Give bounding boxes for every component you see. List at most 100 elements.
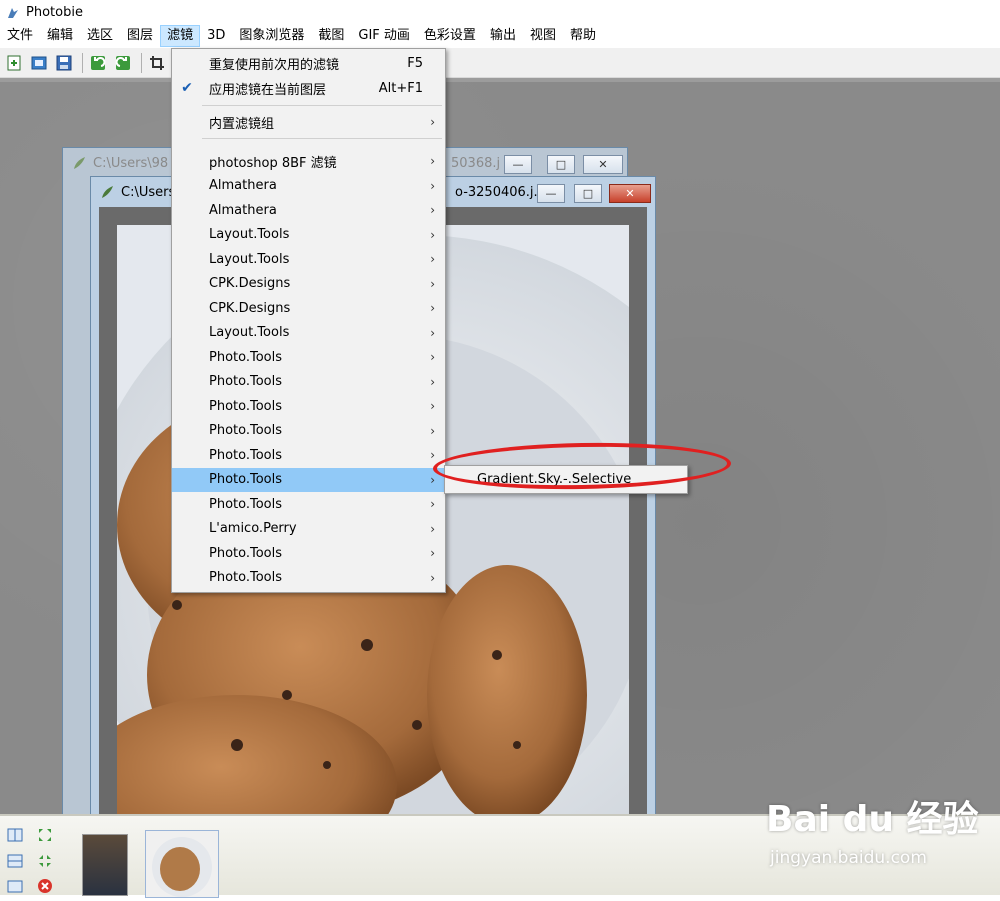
menu-7[interactable]: 截图 (311, 25, 351, 47)
menu-6[interactable]: 图象浏览器 (232, 25, 311, 47)
redo-icon[interactable] (112, 52, 134, 74)
menu-item-plugin-10[interactable]: Photo.Tools › (172, 394, 445, 418)
menu-item-label: Almathera (209, 202, 277, 218)
layout-icon[interactable] (7, 827, 23, 843)
menu-item-plugin-13[interactable]: Photo.Tools › (172, 467, 445, 492)
menu-item-label: Photo.Tools (209, 349, 283, 365)
menu-8[interactable]: GIF 动画 (351, 25, 417, 47)
title-bar: Photobie (0, 0, 1000, 25)
menu-3[interactable]: 图层 (120, 25, 160, 47)
toolbar-separator (141, 52, 142, 73)
menu-item-plugin-0[interactable]: photoshop 8BF 滤镜 › (172, 149, 445, 173)
menu-item-plugin-14[interactable]: Photo.Tools › (172, 492, 445, 516)
app-title: Photobie (26, 5, 83, 20)
maximize-button[interactable]: □ (574, 184, 602, 203)
menu-9[interactable]: 色彩设置 (417, 25, 483, 47)
menu-item-plugin-15[interactable]: L'amico.Perry › (172, 517, 445, 541)
close-button[interactable]: ✕ (583, 155, 623, 174)
submenu-arrow-icon: › (430, 448, 435, 462)
menu-item-label: Photo.Tools (209, 496, 283, 512)
submenu-arrow-icon: › (430, 546, 435, 560)
menu-item-top-1[interactable]: ✔ 应用滤镜在当前图层 Alt+F1 (172, 76, 445, 100)
split-icon[interactable] (7, 853, 23, 869)
menu-item-label: Photo.Tools (209, 423, 283, 438)
open-icon[interactable] (28, 52, 50, 74)
menu-item-plugin-17[interactable]: Photo.Tools › (172, 566, 445, 590)
app-icon (8, 7, 18, 18)
menu-bar: 文件 编辑 选区 图层 滤镜 3D 图象浏览器 截图 GIF 动画 色彩设置 输出 视图 帮助 (0, 25, 1000, 47)
undo-icon[interactable] (87, 52, 109, 74)
menu-item-label: CPK.Designs (209, 300, 291, 316)
menu-separator (202, 138, 442, 139)
menu-item-plugin-1[interactable]: Almathera › (172, 174, 445, 198)
submenu-arrow-icon: › (430, 570, 435, 585)
menu-item-top-0[interactable]: 重复使用前次用的滤镜 F5 (172, 51, 445, 75)
menu-0[interactable]: 文件 (0, 25, 40, 47)
menu-11[interactable]: 视图 (523, 25, 563, 47)
submenu-arrow-icon: › (430, 325, 435, 340)
thumbnail-people[interactable] (82, 834, 128, 896)
expand-icon[interactable] (37, 827, 53, 843)
menu-item-label: Photo.Tools (209, 472, 283, 487)
menu-item-label: Layout.Tools (209, 325, 290, 340)
save-icon[interactable] (53, 52, 75, 74)
menu-item-plugin-7[interactable]: Layout.Tools › (172, 321, 445, 345)
menu-item-plugin-16[interactable]: Photo.Tools › (172, 541, 445, 565)
menu-item-builtin-filters[interactable]: 内置滤镜组 › (172, 110, 445, 134)
toolbar-separator (82, 52, 83, 73)
crop-icon[interactable] (146, 52, 168, 74)
new-image-icon[interactable] (3, 52, 25, 74)
menu-item-label: Almathera (209, 178, 277, 193)
window-icon[interactable] (7, 878, 23, 894)
minimize-button[interactable]: — (537, 184, 565, 203)
menu-item-label: 应用滤镜在当前图层 (209, 82, 327, 98)
shrink-icon[interactable] (37, 853, 53, 869)
menu-2[interactable]: 选区 (80, 25, 120, 47)
menu-separator (202, 105, 442, 106)
maximize-button[interactable]: □ (547, 155, 575, 174)
thumbnail-cookies[interactable] (145, 830, 219, 898)
close-button[interactable]: ✕ (609, 184, 651, 203)
filter-menu: 重复使用前次用的滤镜 F5 ✔ 应用滤镜在当前图层 Alt+F1 内置滤镜组 › photos… (171, 48, 446, 593)
menu-item-plugin-9[interactable]: Photo.Tools › (172, 370, 445, 394)
submenu-arrow-icon: › (430, 178, 435, 193)
menu-item-shortcut: F5 (407, 55, 423, 71)
menu-1[interactable]: 编辑 (40, 25, 80, 47)
submenu-arrow-icon: › (430, 154, 435, 168)
submenu-arrow-icon: › (430, 227, 435, 242)
menu-item-label: CPK.Designs (209, 276, 291, 291)
menu-10[interactable]: 输出 (483, 25, 523, 47)
submenu-arrow-icon: › (430, 276, 435, 291)
menu-item-label: 内置滤镜组 (209, 116, 275, 132)
menu-item-plugin-11[interactable]: Photo.Tools › (172, 419, 445, 443)
menu-item-plugin-4[interactable]: Layout.Tools › (172, 247, 445, 271)
minimize-button[interactable]: — (504, 155, 532, 174)
menu-item-plugin-8[interactable]: Photo.Tools › (172, 345, 445, 369)
document-icon (74, 157, 85, 169)
menu-item-label: Photo.Tools (209, 545, 283, 561)
menu-item-label: Layout.Tools (209, 227, 290, 242)
document-icon (102, 186, 113, 198)
menu-item-label: 重复使用前次用的滤镜 (209, 57, 340, 73)
submenu-arrow-icon: › (430, 497, 435, 511)
menu-item-shortcut: Alt+F1 (378, 80, 423, 96)
menu-5[interactable]: 3D (200, 25, 232, 47)
document-title-tail: o-3250406.j... (455, 184, 546, 200)
menu-12[interactable]: 帮助 (563, 25, 603, 47)
document-title: C:\Users (121, 184, 176, 200)
menu-item-plugin-2[interactable]: Almathera › (172, 198, 445, 222)
menu-4[interactable]: 滤镜 (160, 25, 201, 47)
watermark-url: jingyan.baidu.com (770, 848, 927, 868)
menu-item-plugin-12[interactable]: Photo.Tools › (172, 443, 445, 467)
submenu-arrow-icon: › (430, 521, 435, 536)
submenu-arrow-icon: › (430, 399, 435, 413)
menu-item-plugin-6[interactable]: CPK.Designs › (172, 296, 445, 320)
submenu-arrow-icon: › (430, 252, 435, 266)
menu-item-label: photoshop 8BF 滤镜 (209, 155, 337, 171)
submenu-arrow-icon: › (430, 423, 435, 438)
menu-item-plugin-3[interactable]: Layout.Tools › (172, 223, 445, 247)
document-title-tail: 50368.j (451, 155, 501, 171)
menu-item-label: Photo.Tools (209, 398, 283, 414)
delete-icon[interactable] (37, 878, 53, 894)
menu-item-plugin-5[interactable]: CPK.Designs › (172, 272, 445, 296)
